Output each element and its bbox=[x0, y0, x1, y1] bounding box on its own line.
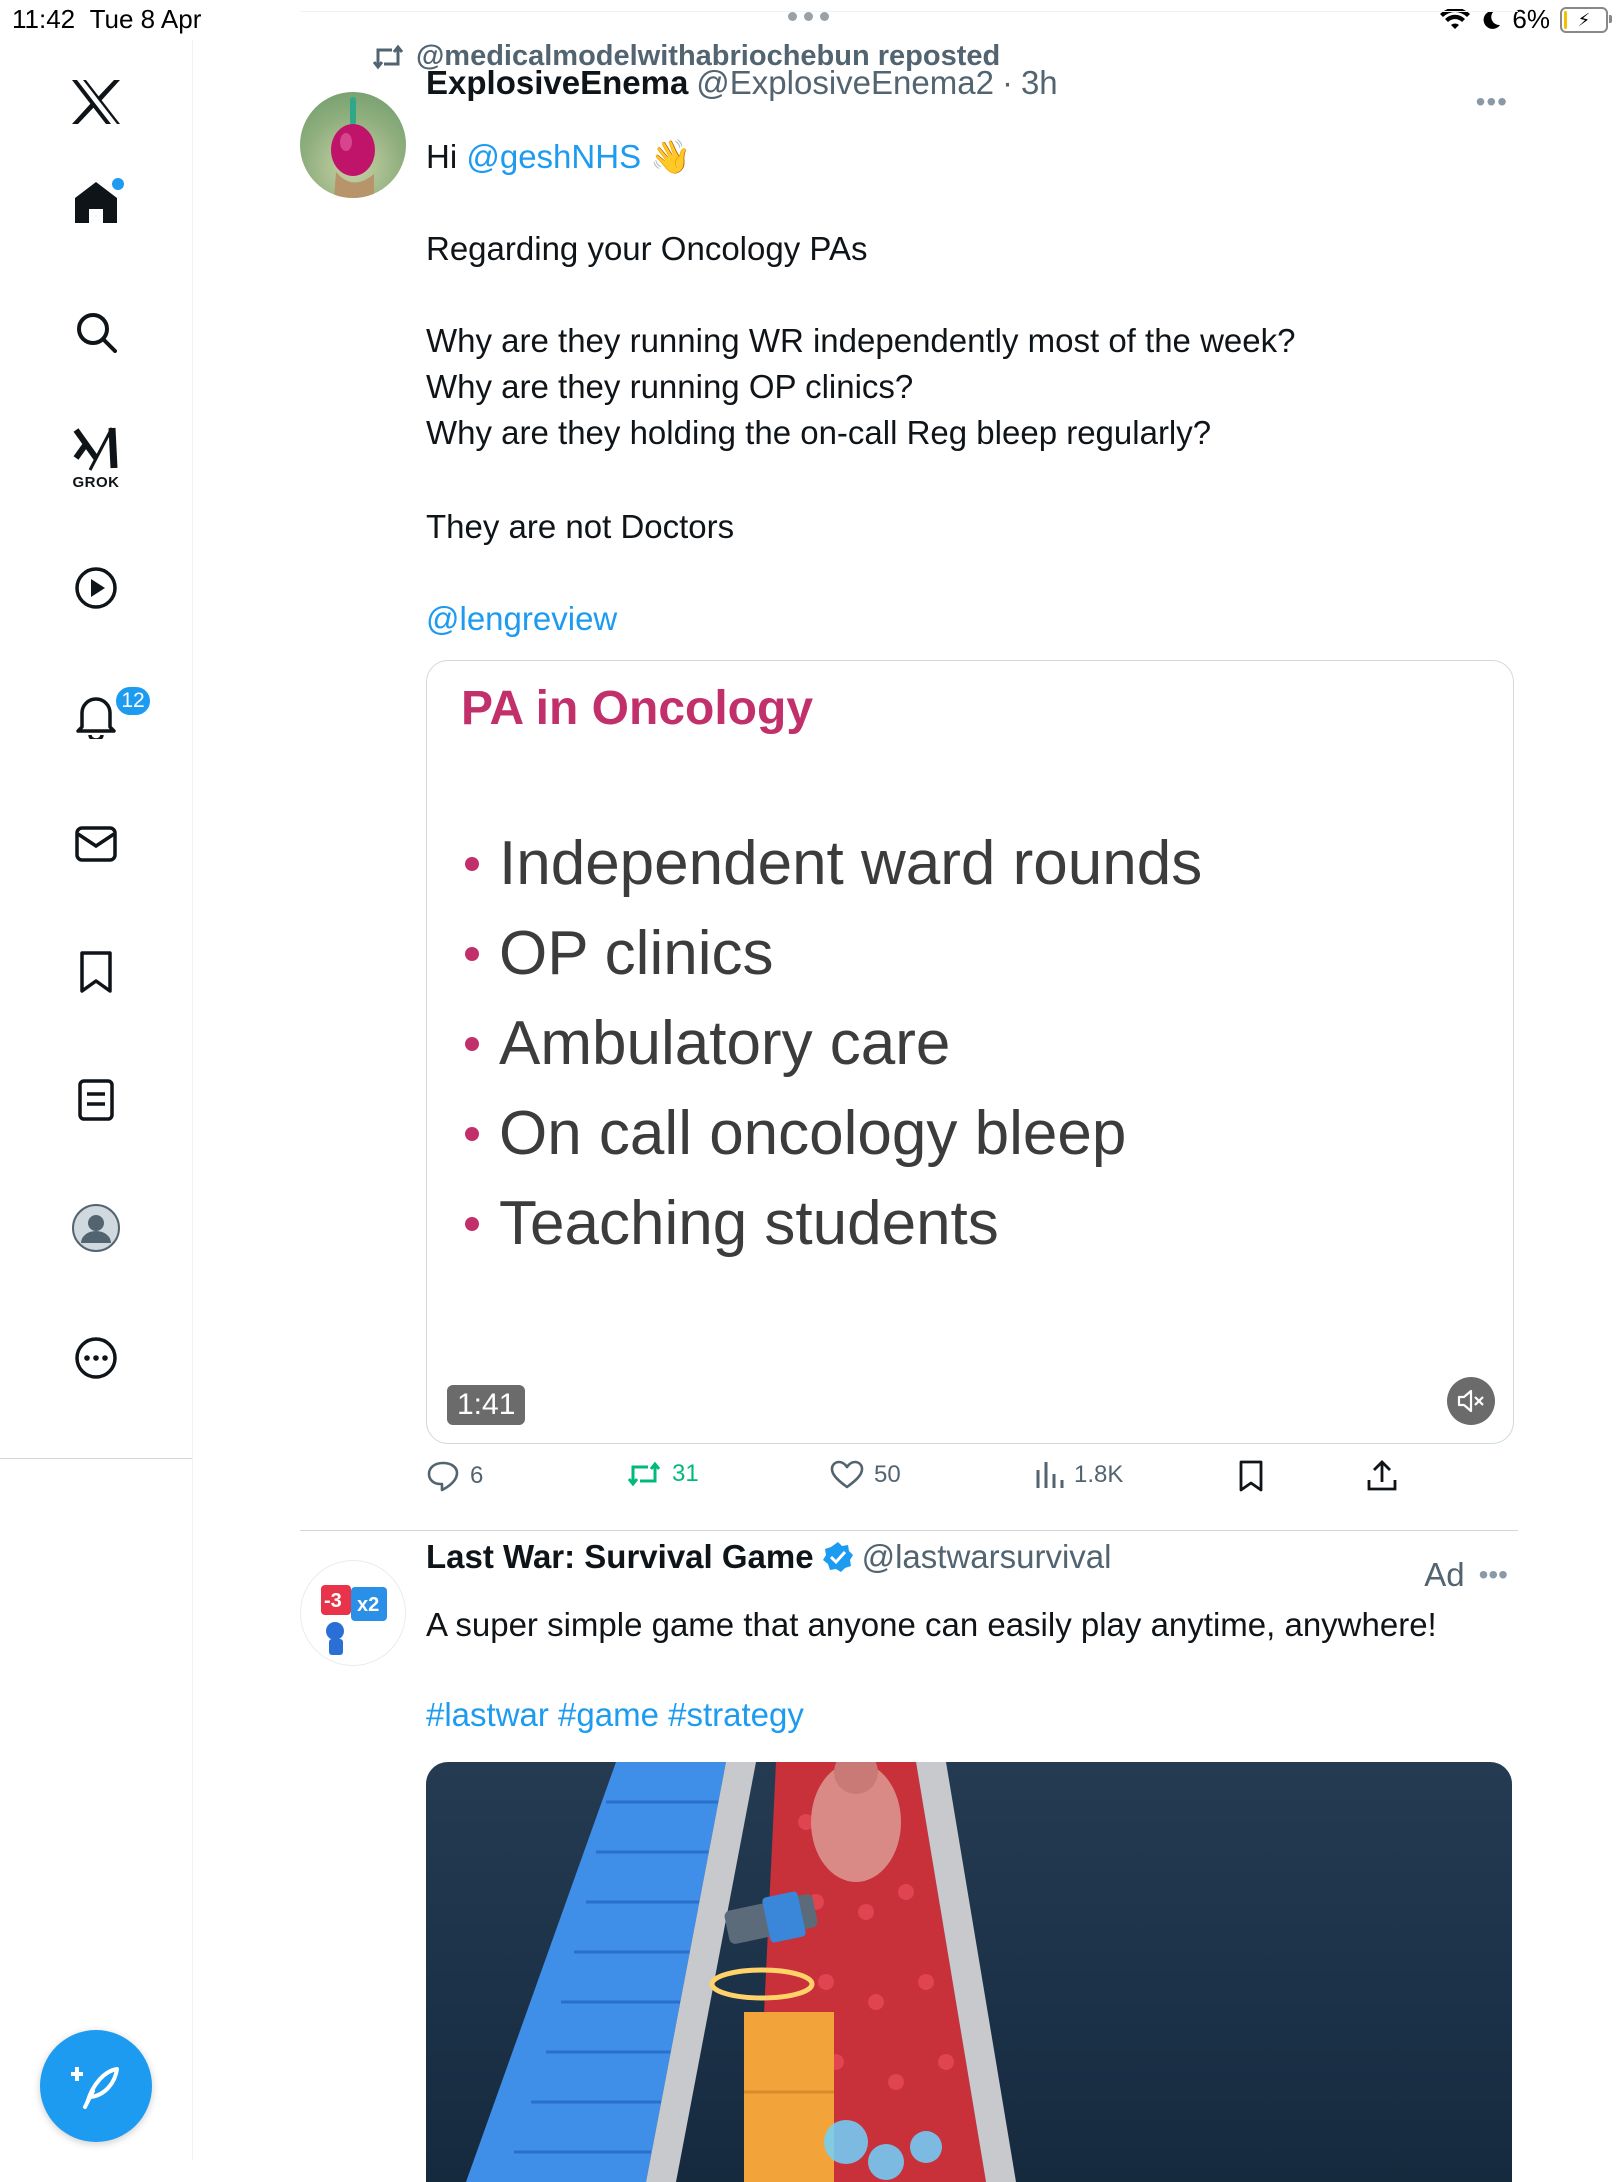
verified-badge-icon bbox=[822, 1541, 854, 1573]
sidebar-divider bbox=[0, 1458, 192, 1459]
bookmark-button[interactable] bbox=[1238, 1460, 1264, 1492]
more-circle-icon bbox=[75, 1337, 117, 1379]
battery-icon: ⚡ bbox=[1560, 6, 1612, 33]
separator-dot: · bbox=[1001, 64, 1013, 101]
post-divider bbox=[300, 1530, 1518, 1531]
slide-bullet: Teaching students bbox=[465, 1179, 1202, 1269]
logo-lettering: -3 bbox=[324, 1590, 342, 1612]
ad-more-icon[interactable]: ••• bbox=[1479, 1559, 1508, 1591]
post-more-icon[interactable]: ••• bbox=[1476, 86, 1508, 118]
logo-lettering: x2 bbox=[357, 1594, 379, 1616]
bookmark-icon bbox=[80, 951, 112, 993]
post-paragraph: Regarding your Oncology PAs bbox=[426, 230, 868, 267]
post-actions: 6 31 50 1.8K bbox=[426, 1460, 1512, 1504]
list-icon bbox=[78, 1079, 114, 1121]
ad-header: Last War: Survival Game @lastwarsurvival bbox=[426, 1538, 1111, 1576]
post-time[interactable]: 3h bbox=[1021, 64, 1058, 102]
ad-label-group: Ad ••• bbox=[1424, 1556, 1508, 1594]
sidebar-item-lists[interactable] bbox=[60, 1064, 132, 1136]
views-bar-chart-icon bbox=[1036, 1462, 1064, 1488]
compose-post-button[interactable] bbox=[40, 2030, 152, 2142]
repost-icon bbox=[372, 44, 404, 69]
grok-label: GROK bbox=[72, 474, 120, 491]
share-button[interactable] bbox=[1366, 1460, 1398, 1492]
sidebar-item-notifications[interactable]: 12 bbox=[60, 680, 152, 752]
ad-text: A super simple game that anyone can easi… bbox=[426, 1606, 1437, 1643]
game-scene-image bbox=[466, 1762, 1016, 2182]
author-handle[interactable]: @ExplosiveEnema2 bbox=[696, 64, 994, 102]
author-avatar[interactable] bbox=[300, 92, 406, 198]
enema-bulb-avatar-icon bbox=[331, 97, 375, 198]
post-header: ExplosiveEnema @ExplosiveEnema2 · 3h bbox=[426, 64, 1058, 102]
notifications-badge: 12 bbox=[114, 685, 152, 717]
post-greeting: Hi @geshNHS 👋 bbox=[426, 134, 691, 180]
bell-icon bbox=[76, 697, 116, 739]
sidebar-item-grok[interactable]: GROK bbox=[60, 416, 132, 526]
ad-hashtags[interactable]: #lastwar #game #strategy bbox=[426, 1696, 804, 1734]
like-button[interactable]: 50 bbox=[830, 1460, 901, 1490]
status-time-date: 11:42 Tue 8 Apr bbox=[12, 4, 201, 35]
slide-bullet-list: Independent ward rounds OP clinics Ambul… bbox=[465, 819, 1202, 1269]
greeting-text: Hi bbox=[426, 138, 458, 175]
grok-icon bbox=[73, 427, 118, 471]
slide-bullet: Independent ward rounds bbox=[465, 819, 1202, 909]
status-bar: 11:42 Tue 8 Apr 6% ⚡ bbox=[0, 0, 1620, 40]
author-name[interactable]: ExplosiveEnema bbox=[426, 64, 688, 102]
sidebar-item-explore[interactable] bbox=[60, 296, 132, 368]
mute-button[interactable] bbox=[1447, 1377, 1495, 1425]
share-icon bbox=[1367, 1460, 1397, 1491]
reply-icon bbox=[427, 1461, 459, 1492]
heart-icon bbox=[830, 1460, 864, 1489]
home-unread-dot bbox=[112, 178, 124, 190]
slide-bullet: Ambulatory care bbox=[465, 999, 1202, 1089]
ad-label: Ad bbox=[1424, 1556, 1465, 1593]
battery-percent: 6% bbox=[1512, 4, 1550, 34]
post-questions: Why are they running WR independently mo… bbox=[426, 322, 1296, 451]
slide-title: PA in Oncology bbox=[461, 682, 814, 735]
ad-video[interactable] bbox=[426, 1762, 1512, 2182]
post-statement: They are not Doctors bbox=[426, 508, 735, 545]
sidebar: GROK 12 bbox=[0, 40, 193, 2160]
play-icon bbox=[75, 567, 117, 609]
reply-button[interactable]: 6 bbox=[426, 1460, 483, 1492]
like-count: 50 bbox=[874, 1461, 901, 1488]
status-time: 11:42 bbox=[12, 4, 76, 34]
views-button[interactable]: 1.8K bbox=[1034, 1460, 1123, 1490]
wave-emoji-icon: 👋 bbox=[650, 138, 692, 175]
x-logo-icon[interactable] bbox=[60, 66, 132, 138]
search-icon bbox=[77, 313, 117, 353]
sidebar-item-bookmarks[interactable] bbox=[60, 936, 132, 1008]
video-duration: 1:41 bbox=[447, 1385, 526, 1425]
slide-bullet: OP clinics bbox=[465, 909, 1202, 999]
reply-count: 6 bbox=[470, 1462, 484, 1489]
status-date: Tue 8 Apr bbox=[89, 4, 202, 34]
sidebar-item-profile[interactable] bbox=[60, 1192, 132, 1264]
video-player[interactable]: PA in Oncology Independent ward rounds O… bbox=[426, 660, 1514, 1444]
sidebar-item-messages[interactable] bbox=[60, 808, 132, 880]
sidebar-item-home[interactable] bbox=[60, 166, 132, 238]
game-logo-icon: -3 x2 bbox=[321, 1585, 387, 1655]
view-count: 1.8K bbox=[1074, 1461, 1124, 1488]
bookmark-icon bbox=[1239, 1460, 1263, 1492]
mail-icon bbox=[75, 826, 117, 862]
sidebar-item-more[interactable] bbox=[60, 1322, 132, 1394]
status-indicators: 6% ⚡ bbox=[1440, 4, 1612, 35]
advertiser-name[interactable]: Last War: Survival Game bbox=[426, 1538, 814, 1576]
profile-avatar-icon bbox=[72, 1204, 120, 1252]
repost-button[interactable]: 31 bbox=[626, 1460, 699, 1488]
slide-bullet: On call oncology bleep bbox=[465, 1089, 1202, 1179]
sidebar-item-videos[interactable] bbox=[60, 552, 132, 624]
repost-icon bbox=[627, 1461, 661, 1487]
speaker-muted-icon bbox=[1457, 1389, 1484, 1413]
mention-link[interactable]: @lengreview bbox=[426, 596, 617, 642]
repost-count: 31 bbox=[672, 1460, 699, 1487]
advertiser-handle[interactable]: @lastwarsurvival bbox=[862, 1538, 1112, 1576]
multitasking-dots[interactable] bbox=[788, 12, 829, 21]
compose-feather-icon bbox=[71, 2067, 119, 2109]
advertiser-avatar[interactable]: -3 x2 bbox=[300, 1560, 406, 1666]
mention-link[interactable]: @geshNHS bbox=[466, 138, 641, 175]
timeline-top-border bbox=[300, 11, 1518, 12]
